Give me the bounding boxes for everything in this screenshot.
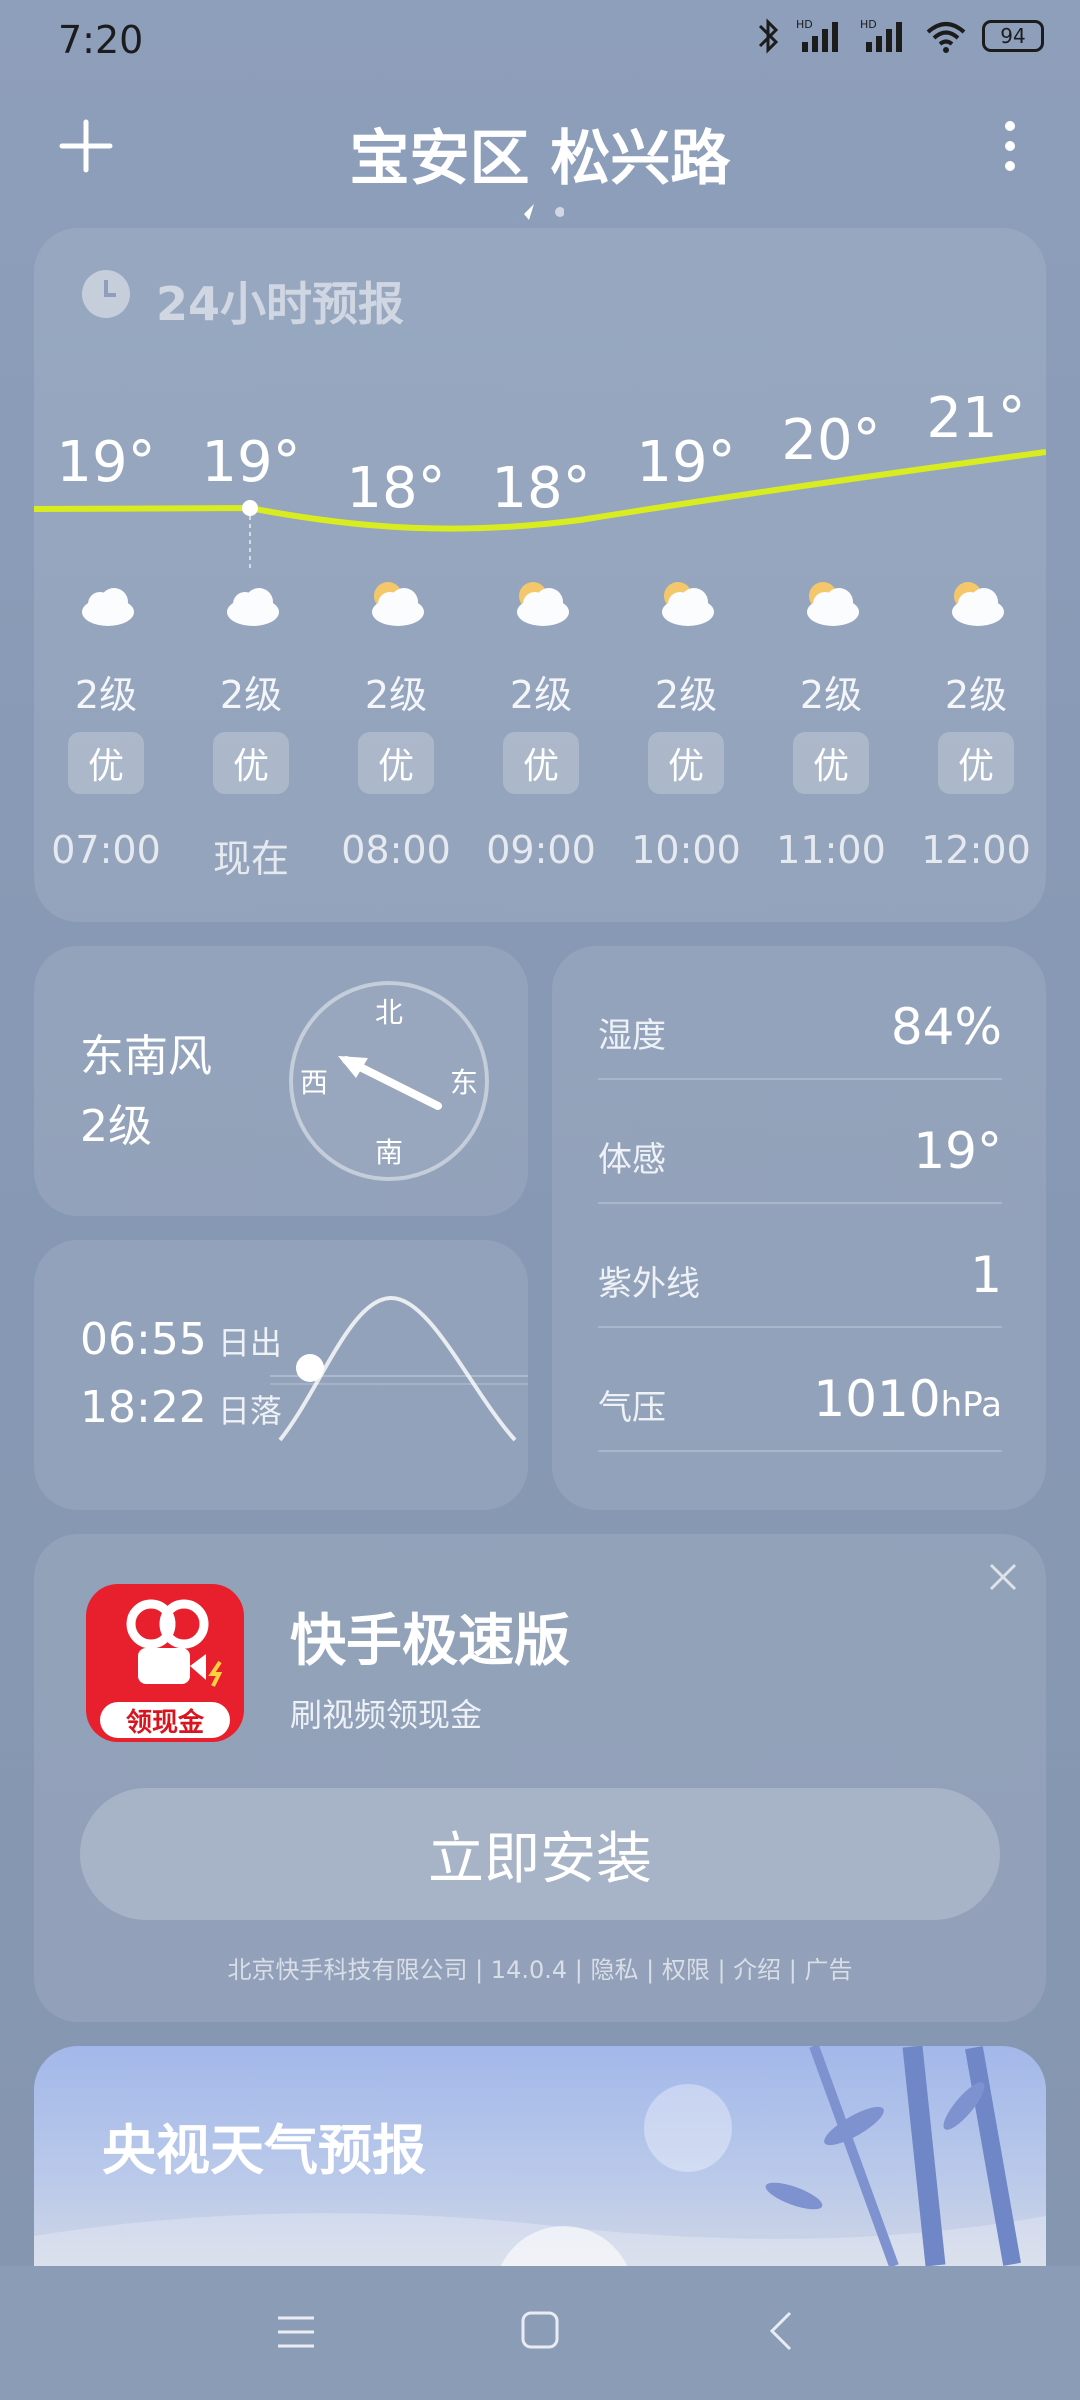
- partly-cloudy-icon: [952, 582, 1004, 626]
- detail-number: 1: [970, 1246, 1002, 1304]
- wifi-icon: [926, 22, 966, 53]
- detail-label: 紫外线: [598, 1264, 700, 1304]
- aqi-badge: 优: [68, 732, 144, 794]
- menu-icon[interactable]: [276, 2314, 316, 2350]
- cloudy-icon: [227, 588, 279, 626]
- hourly-time: 08:00: [341, 828, 451, 872]
- wind-compass: 北 南 东 西: [289, 981, 489, 1181]
- hourly-time: 07:00: [51, 828, 161, 872]
- signal-icon: HD: [860, 18, 902, 52]
- detail-row: 气压 1010hPa: [598, 1350, 1002, 1452]
- battery-icon: 94: [982, 20, 1044, 52]
- svg-text:HD: HD: [860, 18, 877, 31]
- detail-row: 湿度 84%: [598, 978, 1002, 1080]
- detail-number: 1010: [813, 1370, 941, 1428]
- home-icon[interactable]: [520, 2310, 560, 2350]
- detail-row: 紫外线 1: [598, 1226, 1002, 1328]
- hourly-temp: 18°: [491, 456, 591, 521]
- bluetooth-icon: [758, 18, 779, 54]
- compass-south: 南: [375, 1136, 403, 1169]
- hourly-temp: 21°: [926, 386, 1026, 451]
- hourly-wind-level: 2级: [219, 673, 283, 717]
- current-time-marker: [242, 500, 258, 516]
- hourly-wind-level: 2级: [509, 673, 573, 717]
- app-icon-badge: 领现金: [100, 1702, 230, 1738]
- sun-position-icon: [296, 1354, 324, 1382]
- back-icon[interactable]: [768, 2310, 794, 2352]
- detail-unit: hPa: [940, 1385, 1002, 1425]
- ad-app-name[interactable]: 快手极速版: [290, 1596, 570, 1677]
- hourly-time: 11:00: [776, 828, 886, 872]
- aqi-badge: 优: [213, 732, 289, 794]
- location-arrow-icon: [518, 204, 534, 220]
- aqi-badge: 优: [793, 732, 869, 794]
- cloudy-icon: [82, 588, 134, 626]
- hourly-title: 24小时预报: [156, 277, 405, 331]
- compass-north: 北: [375, 996, 403, 1029]
- compass-west: 西: [300, 1066, 328, 1099]
- detail-label: 湿度: [598, 1016, 666, 1056]
- detail-value: 84%: [891, 998, 1002, 1056]
- svg-text:HD: HD: [796, 18, 813, 31]
- partly-cloudy-icon: [807, 582, 859, 626]
- cctv-forecast-card[interactable]: 央视天气预报: [34, 2046, 1046, 2266]
- detail-label: 气压: [598, 1388, 666, 1428]
- partly-cloudy-icon: [517, 582, 569, 626]
- hourly-temp: 20°: [781, 408, 881, 473]
- sunrise-row: 06:55 日出: [80, 1314, 282, 1365]
- detail-number: 19°: [913, 1122, 1002, 1180]
- sunset-time: 18:22: [80, 1382, 207, 1433]
- wind-level: 2级: [80, 1101, 152, 1152]
- status-icons: HD HD 94: [756, 16, 1044, 56]
- detail-value: 1010hPa: [813, 1370, 1002, 1428]
- hourly-temp: 19°: [636, 430, 736, 495]
- ad-subtitle: 刷视频领现金: [290, 1696, 483, 1734]
- detail-row: 体感 19°: [598, 1102, 1002, 1204]
- clock-icon: [82, 270, 130, 318]
- hourly-time: 现在: [212, 837, 289, 881]
- signal-icon: HD: [796, 18, 838, 52]
- detail-label: 体感: [598, 1140, 666, 1180]
- partly-cloudy-icon: [662, 582, 714, 626]
- hourly-wind-level: 2级: [364, 673, 428, 717]
- aqi-badge: 优: [648, 732, 724, 794]
- hourly-time: 10:00: [631, 828, 741, 872]
- hourly-time: 12:00: [921, 828, 1031, 872]
- app-icon[interactable]: 领现金: [86, 1584, 244, 1742]
- sun-arc: [270, 1295, 528, 1442]
- more-options-button[interactable]: [1000, 118, 1020, 174]
- hourly-temp: 19°: [201, 430, 301, 495]
- aqi-badge: 优: [503, 732, 579, 794]
- hourly-temp: 18°: [346, 456, 446, 521]
- hourly-wind-level: 2级: [74, 673, 138, 717]
- partly-cloudy-icon: [372, 582, 424, 626]
- kuaishou-logo-icon: [126, 1599, 223, 1687]
- status-time: 7:20: [58, 18, 144, 62]
- sunset-row: 18:22 日落: [80, 1382, 282, 1433]
- hourly-temp: 19°: [56, 430, 156, 495]
- wind-direction: 东南风: [80, 1031, 212, 1082]
- detail-value: 1: [970, 1246, 1002, 1304]
- compass-east: 东: [450, 1066, 478, 1099]
- detail-number: 84%: [890, 998, 1002, 1056]
- sunrise-time: 06:55: [80, 1314, 207, 1365]
- install-button[interactable]: 立即安装: [80, 1788, 1000, 1920]
- cctv-title: 央视天气预报: [102, 2119, 426, 2182]
- hourly-time: 09:00: [486, 828, 596, 872]
- aqi-badge: 优: [938, 732, 1014, 794]
- ad-meta-links[interactable]: 北京快手科技有限公司 | 14.0.4 | 隐私 | 权限 | 介绍 | 广告: [0, 1950, 1080, 1985]
- navigation-bar: [0, 2266, 1080, 2400]
- page-indicator: [514, 200, 565, 230]
- hourly-wind-level: 2级: [944, 673, 1008, 717]
- page-title: 宝安区 松兴路: [349, 124, 731, 194]
- close-icon[interactable]: [988, 1562, 1018, 1592]
- hourly-wind-level: 2级: [654, 673, 718, 717]
- hourly-wind-level: 2级: [799, 673, 863, 717]
- detail-value: 19°: [913, 1122, 1002, 1180]
- aqi-badge: 优: [358, 732, 434, 794]
